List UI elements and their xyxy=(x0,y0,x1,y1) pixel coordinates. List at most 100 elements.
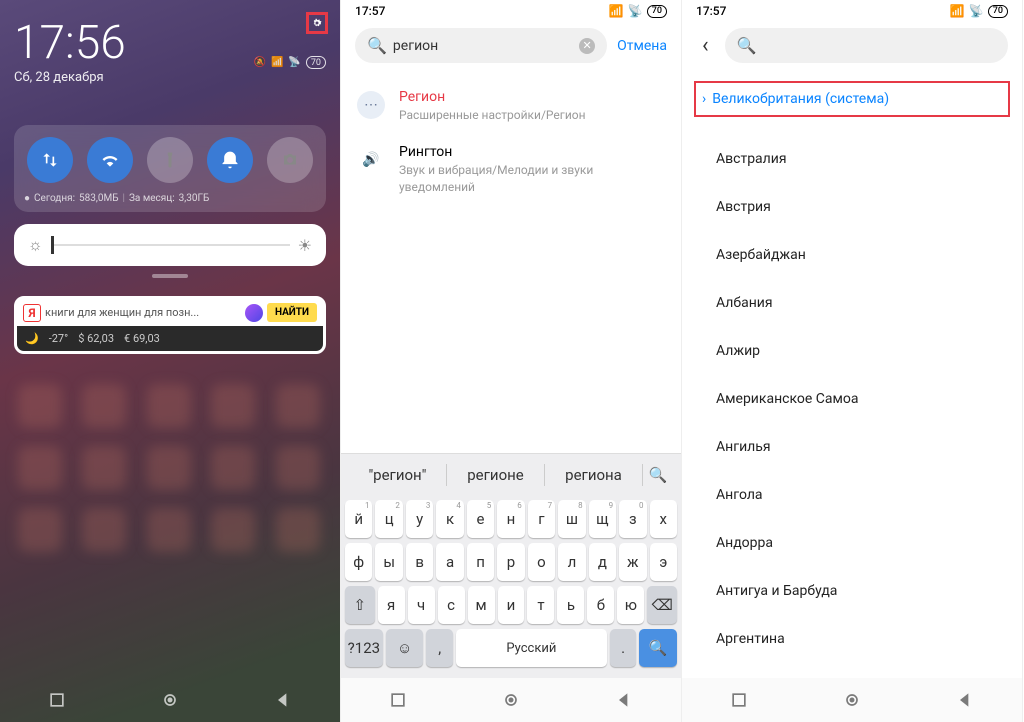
search-input[interactable] xyxy=(393,38,573,54)
backspace-key[interactable]: ⌫ xyxy=(647,586,677,624)
period-key[interactable]: . xyxy=(610,629,636,667)
key-г[interactable]: г7 xyxy=(528,500,555,538)
key-в[interactable]: в xyxy=(406,543,433,581)
key-ч[interactable]: ч xyxy=(408,586,435,624)
alice-icon[interactable] xyxy=(245,304,263,322)
nav-back-button[interactable] xyxy=(614,690,634,710)
key-ф[interactable]: ф xyxy=(345,543,372,581)
key-м[interactable]: м xyxy=(468,586,495,624)
country-item[interactable]: Аргентина xyxy=(682,615,1022,661)
key-о[interactable]: о xyxy=(528,543,555,581)
suggestion-1[interactable]: "регион" xyxy=(349,464,447,486)
nav-home-button[interactable] xyxy=(501,690,521,710)
flashlight-toggle[interactable] xyxy=(147,137,193,183)
brightness-low-icon: ☼ xyxy=(28,235,43,255)
nav-recents-button[interactable] xyxy=(47,690,67,710)
key-л[interactable]: л xyxy=(558,543,585,581)
search-key[interactable]: 🔍 xyxy=(639,629,677,667)
yandex-find-button[interactable]: НАЙТИ xyxy=(267,303,317,322)
chevron-right-icon: › xyxy=(702,91,706,107)
key-з[interactable]: з0 xyxy=(619,500,646,538)
country-item[interactable]: Австралия xyxy=(682,135,1022,183)
symbols-key[interactable]: ?123 xyxy=(345,629,383,667)
key-т[interactable]: т xyxy=(527,586,554,624)
search-field[interactable]: 🔍 ✕ xyxy=(355,28,607,63)
key-р[interactable]: р xyxy=(497,543,524,581)
phone-2-settings-search: 17:57 📶 📡 70 🔍 ✕ Отмена ⋯ Регион Расшире… xyxy=(341,0,682,722)
screenshot-toggle[interactable] xyxy=(267,137,313,183)
country-item[interactable]: Ангола xyxy=(682,471,1022,519)
signal-icon: 📶 xyxy=(950,4,965,18)
date-label: Сб, 28 декабря xyxy=(14,70,326,85)
sound-icon: 🔊 xyxy=(357,146,385,174)
key-я[interactable]: я xyxy=(378,586,405,624)
key-н[interactable]: н6 xyxy=(497,500,524,538)
key-б[interactable]: б xyxy=(587,586,614,624)
nav-bar xyxy=(0,678,340,722)
key-и[interactable]: и xyxy=(498,586,525,624)
key-ы[interactable]: ы xyxy=(375,543,402,581)
key-ц[interactable]: ц2 xyxy=(375,500,402,538)
key-щ[interactable]: щ9 xyxy=(589,500,616,538)
signal-icon: 📶 xyxy=(609,4,624,18)
key-е[interactable]: е5 xyxy=(467,500,494,538)
clear-search-button[interactable]: ✕ xyxy=(579,38,595,54)
wifi-toggle[interactable] xyxy=(87,137,133,183)
emoji-key[interactable]: ☺ xyxy=(386,629,424,667)
country-item[interactable]: Андорра xyxy=(682,519,1022,567)
country-item[interactable]: Австрия xyxy=(682,183,1022,231)
country-item[interactable]: Алжир xyxy=(682,327,1022,375)
wifi-icon: 📡 xyxy=(288,57,300,68)
result-subtitle: Звук и вибрация/Мелодии и звуки уведомле… xyxy=(399,162,665,196)
key-у[interactable]: у3 xyxy=(406,500,433,538)
country-item[interactable]: Антигуа и Барбуда xyxy=(682,567,1022,615)
cancel-button[interactable]: Отмена xyxy=(617,38,667,54)
settings-gear-icon[interactable] xyxy=(306,12,328,34)
panel-drag-handle[interactable] xyxy=(152,274,188,278)
back-button[interactable]: ‹ xyxy=(696,29,715,62)
result-title: Рингтон xyxy=(399,144,665,160)
mobile-data-toggle[interactable] xyxy=(27,137,73,183)
country-item[interactable]: Ангилья xyxy=(682,423,1022,471)
key-а[interactable]: а xyxy=(436,543,463,581)
space-key[interactable]: Русский xyxy=(456,629,607,667)
search-inline-icon[interactable]: 🔍 xyxy=(643,464,673,486)
region-list[interactable]: › Великобритания (система) АвстралияАвст… xyxy=(682,69,1022,661)
brightness-slider[interactable]: ☼ ☀ xyxy=(14,224,326,266)
key-ю[interactable]: ю xyxy=(617,586,644,624)
result-item-ringtone[interactable]: 🔊 Рингтон Звук и вибрация/Мелодии и звук… xyxy=(341,134,681,206)
yandex-widget[interactable]: Я книги для женщин для позн... НАЙТИ 🌙 -… xyxy=(14,296,326,354)
nav-recents-button[interactable] xyxy=(729,690,749,710)
brightness-high-icon: ☀ xyxy=(298,236,312,255)
key-с[interactable]: с xyxy=(438,586,465,624)
key-х[interactable]: х xyxy=(650,500,677,538)
result-subtitle: Расширенные настройки/Регион xyxy=(399,107,586,124)
key-э[interactable]: э xyxy=(650,543,677,581)
country-item[interactable]: Азербайджан xyxy=(682,231,1022,279)
key-д[interactable]: д xyxy=(589,543,616,581)
dnd-toggle[interactable] xyxy=(207,137,253,183)
key-ш[interactable]: ш8 xyxy=(558,500,585,538)
key-к[interactable]: к4 xyxy=(436,500,463,538)
comma-key[interactable]: , xyxy=(426,629,452,667)
nav-back-button[interactable] xyxy=(273,690,293,710)
suggestion-2[interactable]: регионе xyxy=(447,464,545,486)
country-item[interactable]: Албания xyxy=(682,279,1022,327)
nav-home-button[interactable] xyxy=(160,690,180,710)
key-ж[interactable]: ж xyxy=(619,543,646,581)
nav-recents-button[interactable] xyxy=(388,690,408,710)
suggestion-3[interactable]: региона xyxy=(545,464,643,486)
key-й[interactable]: й1 xyxy=(345,500,372,538)
key-п[interactable]: п xyxy=(467,543,494,581)
nav-bar xyxy=(341,678,681,722)
nav-back-button[interactable] xyxy=(955,690,975,710)
key-ь[interactable]: ь xyxy=(557,586,584,624)
search-field[interactable]: 🔍 xyxy=(725,28,1008,63)
country-item[interactable]: Американское Самоа xyxy=(682,375,1022,423)
result-item-region[interactable]: ⋯ Регион Расширенные настройки/Регион xyxy=(341,79,681,134)
yandex-info-row: 🌙 -27° $ 62,03 € 69,03 xyxy=(17,326,323,351)
selected-region-row[interactable]: › Великобритания (система) xyxy=(694,81,1010,117)
shift-key[interactable]: ⇧ xyxy=(345,586,375,624)
nav-home-button[interactable] xyxy=(842,690,862,710)
search-input[interactable] xyxy=(763,38,996,54)
